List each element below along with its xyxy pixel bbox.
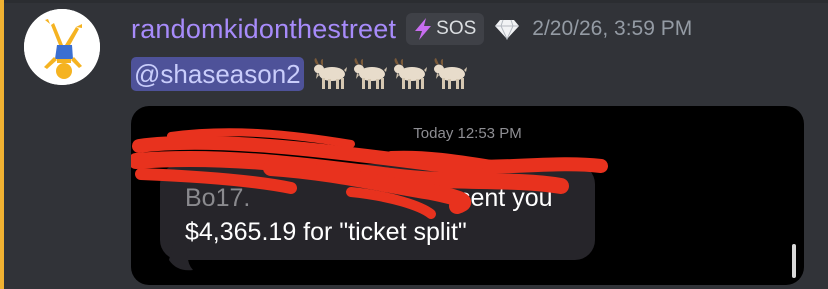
top-edge-strip xyxy=(0,0,828,3)
imessage-timestamp: Today 12:53 PM xyxy=(413,125,522,142)
bubble-tail xyxy=(169,244,193,271)
image-attachment[interactable]: Today 12:53 PM Bo17. sent you $4,365.19 … xyxy=(131,106,804,285)
payment-amount-text: $4,365.19 for "ticket split" xyxy=(185,218,467,246)
goat-icon[interactable] xyxy=(390,57,428,91)
mention-highlight-bar xyxy=(0,0,4,289)
clan-tag-label: SOS xyxy=(436,18,477,39)
upside-down-person-icon xyxy=(24,9,100,85)
lightning-bolt-icon xyxy=(415,18,432,40)
goat-icon[interactable] xyxy=(310,57,348,91)
username[interactable]: randomkidonthestreet xyxy=(131,14,396,45)
message-header: randomkidonthestreet SOS 2/20/26, 3:59 P… xyxy=(131,12,692,46)
sender-name-fragment: Bo17. xyxy=(185,184,251,212)
goat-icon[interactable] xyxy=(430,57,468,91)
user-mention[interactable]: @shaseason2 xyxy=(131,57,304,91)
avatar[interactable] xyxy=(24,9,100,85)
scroll-indicator[interactable] xyxy=(792,244,796,278)
diamond-icon[interactable] xyxy=(494,18,520,40)
message-timestamp: 2/20/26, 3:59 PM xyxy=(532,17,693,40)
emoji-group xyxy=(310,57,468,91)
message-content: @shaseason2 xyxy=(131,56,468,92)
sent-you-text: sent you xyxy=(458,184,553,212)
clan-tag[interactable]: SOS xyxy=(406,13,485,45)
goat-icon[interactable] xyxy=(350,57,388,91)
